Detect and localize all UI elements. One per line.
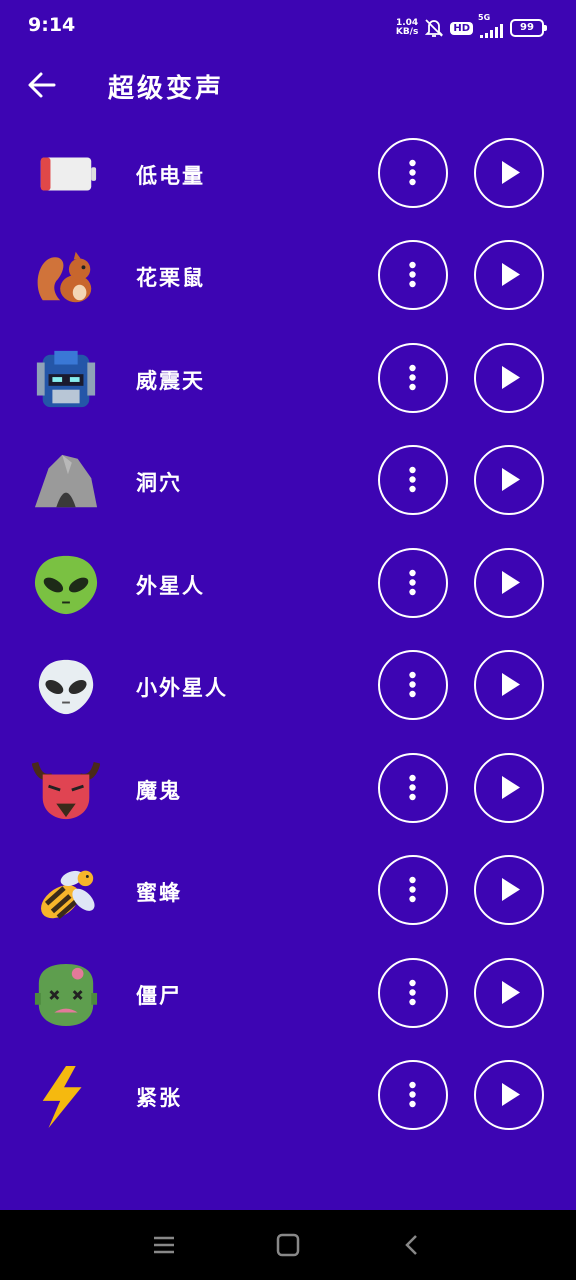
more-options-button[interactable] bbox=[378, 445, 448, 515]
battery-icon: 99 bbox=[510, 19, 547, 37]
voice-row[interactable]: 低电量 bbox=[0, 124, 576, 226]
back-arrow-icon[interactable] bbox=[24, 68, 58, 102]
status-icons: 1.04 KB/s HD 5G 99 bbox=[396, 13, 547, 40]
play-button[interactable] bbox=[474, 240, 544, 310]
system-nav-bar bbox=[0, 1210, 576, 1280]
play-button[interactable] bbox=[474, 1060, 544, 1130]
more-options-button[interactable] bbox=[378, 137, 448, 208]
more-options-button[interactable] bbox=[378, 957, 448, 1028]
status-bar: 9:14 1.04 KB/s HD 5G 99 bbox=[0, 0, 576, 54]
play-icon bbox=[502, 1083, 520, 1106]
voice-row[interactable]: 紧张 bbox=[0, 1046, 576, 1149]
more-vertical-icon bbox=[409, 159, 416, 185]
voice-label: 魔鬼 bbox=[136, 778, 182, 803]
cave-icon bbox=[32, 449, 100, 515]
transformer-robot-icon bbox=[32, 347, 100, 413]
play-button[interactable] bbox=[474, 957, 544, 1028]
play-button[interactable] bbox=[474, 547, 544, 618]
more-vertical-icon bbox=[409, 774, 416, 800]
voice-label: 僵尸 bbox=[136, 983, 182, 1008]
voice-label: 蜜蜂 bbox=[136, 881, 182, 905]
more-vertical-icon bbox=[409, 261, 416, 288]
more-options-button[interactable] bbox=[378, 855, 448, 925]
small-alien-icon bbox=[32, 654, 100, 720]
voice-label: 紧张 bbox=[136, 1086, 182, 1110]
more-options-button[interactable] bbox=[378, 752, 448, 823]
play-icon bbox=[502, 673, 520, 696]
voice-effect-list[interactable]: 电子人低电量花栗鼠威震天洞穴外星人小外星人魔鬼蜜蜂僵尸紧张 bbox=[0, 124, 576, 1210]
green-alien-icon bbox=[32, 552, 100, 618]
zombie-icon bbox=[32, 962, 100, 1028]
voice-row[interactable]: 外星人 bbox=[0, 534, 576, 637]
bee-icon bbox=[32, 859, 100, 925]
play-icon bbox=[502, 570, 520, 594]
voice-row[interactable]: 僵尸 bbox=[0, 944, 576, 1047]
play-icon bbox=[502, 468, 520, 491]
hd-badge: HD bbox=[450, 21, 473, 35]
play-icon bbox=[502, 775, 520, 799]
more-options-button[interactable] bbox=[378, 650, 448, 720]
voice-label: 外星人 bbox=[136, 573, 205, 598]
more-vertical-icon bbox=[409, 1081, 416, 1108]
voice-label: 小外星人 bbox=[136, 676, 228, 700]
play-button[interactable] bbox=[474, 342, 544, 413]
more-options-button[interactable] bbox=[378, 1060, 448, 1130]
more-vertical-icon bbox=[409, 466, 416, 493]
play-button[interactable] bbox=[474, 855, 544, 925]
voice-label: 低电量 bbox=[136, 163, 205, 188]
voice-label: 威震天 bbox=[136, 368, 205, 393]
squirrel-icon bbox=[32, 244, 100, 310]
menu-icon[interactable] bbox=[148, 1230, 180, 1260]
back-nav-icon[interactable] bbox=[396, 1230, 428, 1260]
more-options-button[interactable] bbox=[378, 342, 448, 413]
network-speed: 1.04 KB/s bbox=[396, 19, 418, 37]
play-icon bbox=[502, 160, 520, 184]
status-time: 9:14 bbox=[28, 14, 76, 36]
play-button[interactable] bbox=[474, 752, 544, 823]
network-speed-unit: KB/s bbox=[395, 27, 419, 37]
more-vertical-icon bbox=[409, 671, 416, 698]
more-vertical-icon bbox=[409, 569, 416, 595]
page-title: 超级变声 bbox=[108, 74, 225, 104]
play-button[interactable] bbox=[474, 650, 544, 720]
more-options-button[interactable] bbox=[378, 240, 448, 310]
voice-label: 花栗鼠 bbox=[136, 266, 205, 290]
voice-row[interactable]: 洞穴 bbox=[0, 431, 576, 534]
more-vertical-icon bbox=[409, 979, 416, 1005]
more-options-button[interactable] bbox=[378, 547, 448, 618]
mute-bell-icon bbox=[425, 19, 444, 37]
voice-row[interactable]: 威震天 bbox=[0, 329, 576, 432]
play-icon bbox=[502, 263, 520, 286]
voice-label: 洞穴 bbox=[136, 471, 182, 495]
voice-row[interactable]: 花栗鼠 bbox=[0, 226, 576, 329]
play-button[interactable] bbox=[474, 445, 544, 515]
lightning-icon bbox=[32, 1064, 100, 1130]
play-icon bbox=[502, 980, 520, 1004]
signal-icon: 5G bbox=[478, 13, 503, 38]
low-battery-icon bbox=[32, 142, 100, 208]
devil-icon bbox=[32, 757, 100, 823]
play-icon bbox=[502, 365, 520, 389]
network-type: 5G bbox=[478, 13, 491, 22]
voice-row[interactable]: 魔鬼 bbox=[0, 739, 576, 842]
play-button[interactable] bbox=[474, 137, 544, 208]
home-icon[interactable] bbox=[272, 1230, 304, 1260]
app-bar: 超级变声 bbox=[0, 54, 576, 116]
voice-row[interactable]: 蜜蜂 bbox=[0, 841, 576, 944]
more-vertical-icon bbox=[409, 876, 416, 903]
more-vertical-icon bbox=[409, 364, 416, 390]
voice-row[interactable]: 小外星人 bbox=[0, 636, 576, 739]
play-icon bbox=[502, 878, 520, 901]
